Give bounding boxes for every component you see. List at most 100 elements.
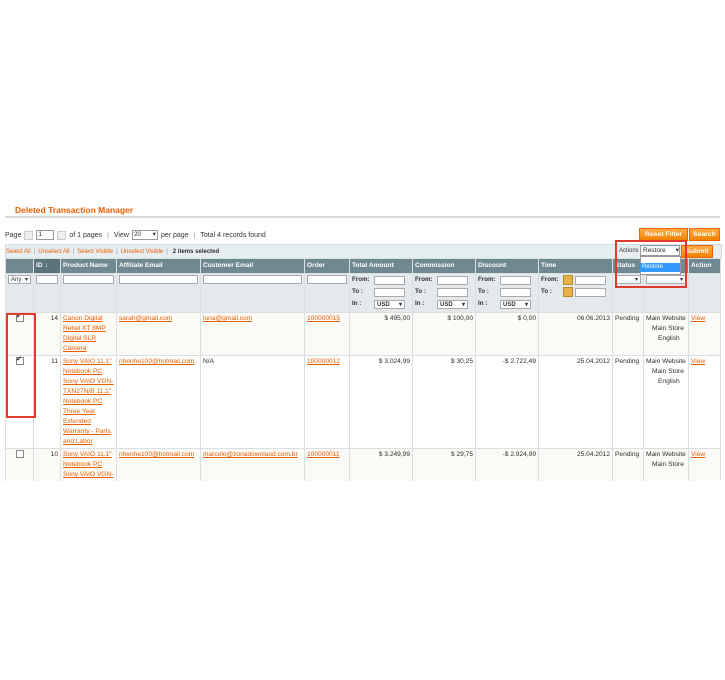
affiliate-email-link[interactable]: sarah@gmail.com — [119, 315, 172, 322]
cell-status: Pending — [612, 355, 644, 449]
view-label: View — [113, 231, 129, 239]
cell-commission: $ 29,75 — [412, 448, 476, 482]
grid-filter-row: Any ▾ From: To : In : USD ▾ From: To : In :… — [5, 273, 721, 313]
chevron-down-icon: ▾ — [24, 277, 28, 283]
chevron-down-icon: ▾ — [524, 301, 528, 308]
select-all-link[interactable]: Select All — [6, 249, 31, 255]
mass-separator: | — [72, 248, 75, 255]
filter-order-input[interactable] — [307, 275, 347, 284]
filter-select-any[interactable]: Any ▾ — [8, 275, 31, 284]
calendar-icon[interactable] — [563, 287, 573, 297]
order-link[interactable]: 100000011 — [307, 451, 340, 458]
filter-commission-to-input[interactable] — [437, 287, 468, 297]
product-link[interactable]: Sony VAIO 11.1" Notebook PC Sony VAIO VG… — [63, 358, 113, 445]
filter-in-label: In : — [478, 300, 488, 307]
filter-in-label: In : — [352, 300, 362, 307]
cell-product: Canon Digital Rebel XT 8MP Digital SLR C… — [60, 312, 117, 356]
customer-email-link[interactable]: luna@gmail.com — [203, 315, 252, 322]
cell-customer: N/A — [200, 355, 305, 449]
customer-email-link[interactable]: marcelo@zonadownlaod.com.br — [203, 451, 298, 458]
filter-product-input[interactable] — [63, 275, 114, 284]
prev-page-icon[interactable] — [24, 230, 34, 240]
filter-commission-cell: From: To : In : USD ▾ — [412, 273, 476, 313]
cell-order: 100000011 — [304, 448, 350, 482]
order-link[interactable]: 100000015 — [307, 315, 340, 322]
product-link[interactable]: Canon Digital Rebel XT 8MP Digital SLR C… — [63, 315, 106, 352]
col-header-affiliate-email[interactable]: Affiliate Email — [116, 258, 201, 274]
col-header-product-name[interactable]: Product Name — [60, 258, 117, 274]
filter-total-currency-select[interactable]: USD ▾ — [374, 299, 405, 309]
per-page-value: 20 — [133, 231, 142, 238]
filter-affiliate-input[interactable] — [119, 275, 198, 284]
filter-customer-input[interactable] — [203, 275, 302, 284]
col-header-time[interactable]: Time — [538, 258, 613, 274]
filter-total-cell: From: To : In : USD ▾ — [349, 273, 413, 313]
page-input[interactable]: 1 — [36, 230, 55, 240]
view-link[interactable]: View — [691, 315, 705, 322]
col-header-total-amount[interactable]: Total Amount — [349, 258, 413, 274]
filter-discount-to-input[interactable] — [500, 287, 531, 297]
table-row[interactable]: 11 Sony VAIO 11.1" Notebook PC Sony VAIO… — [5, 355, 721, 449]
pager: Page 1 of 1 pages | View 20 ▾ per page | … — [5, 229, 266, 241]
per-page-select[interactable]: 20 ▾ — [131, 230, 158, 240]
transactions-grid: ID ↓ Product Name Affiliate Email Custom… — [5, 258, 721, 482]
pager-separator: | — [107, 231, 109, 239]
cell-product: Sony VAIO 11.1" Notebook PC Sony VAIO VG… — [60, 355, 117, 449]
per-page-label: per page — [160, 231, 189, 239]
affiliate-email-link[interactable]: nhenhe100@hotmail.com — [119, 358, 194, 365]
filter-total-from-input[interactable] — [374, 275, 405, 285]
table-row[interactable]: 10 Sony VAIO 11.1" Notebook PC Sony VAIO… — [5, 448, 721, 482]
cell-discount: -$ 2.924,99 — [475, 448, 539, 482]
mass-separator: | — [116, 248, 118, 255]
cell-total: $ 3.024,99 — [349, 355, 413, 449]
col-header-commission[interactable]: Commission — [412, 258, 476, 274]
filter-time-from-input[interactable] — [575, 275, 606, 285]
cell-action: View — [688, 355, 721, 449]
filter-discount-cell: From: To : In : USD ▾ — [475, 273, 539, 313]
cell-total: $ 3.249,99 — [349, 448, 413, 482]
filter-from-label: From: — [352, 276, 370, 283]
filter-to-label: To : — [352, 288, 363, 295]
filter-total-to-input[interactable] — [374, 287, 405, 297]
col-header-id[interactable]: ID ↓ — [33, 258, 61, 274]
cell-customer: luna@gmail.com — [200, 312, 305, 356]
currency-value: USD — [377, 301, 390, 308]
col-header-discount[interactable]: Discount — [475, 258, 539, 274]
filter-commission-from-input[interactable] — [437, 275, 468, 285]
row-checkbox[interactable] — [16, 450, 24, 458]
affiliate-email-link[interactable]: nhenhe100@hotmail.com — [119, 451, 194, 458]
filter-id-cell — [33, 273, 61, 313]
cell-store: Main Website Main Store English — [643, 312, 689, 356]
filter-order-cell — [304, 273, 350, 313]
filter-any-value: Any — [11, 277, 22, 283]
filter-time-to-input[interactable] — [575, 287, 606, 297]
cell-id: 10 — [33, 448, 61, 482]
table-row[interactable]: 14 Canon Digital Rebel XT 8MP Digital SL… — [5, 312, 721, 356]
cell-action: View — [688, 312, 721, 356]
order-link[interactable]: 100000012 — [307, 358, 340, 365]
calendar-icon[interactable] — [563, 275, 573, 285]
unselect-visible-link[interactable]: Unselect Visible — [121, 249, 164, 255]
cell-store: Main Website Main Store — [643, 448, 689, 482]
unselect-all-link[interactable]: Unselect All — [38, 249, 69, 255]
col-header-customer-email[interactable]: Customer Email — [200, 258, 305, 274]
filter-id-input[interactable] — [36, 275, 58, 284]
pager-separator: | — [193, 231, 196, 239]
filter-discount-from-input[interactable] — [500, 275, 531, 285]
view-link[interactable]: View — [691, 451, 705, 458]
select-visible-link[interactable]: Select Visible — [77, 249, 113, 255]
grid-header-row: ID ↓ Product Name Affiliate Email Custom… — [5, 258, 721, 274]
cell-commission: $ 30,25 — [412, 355, 476, 449]
filter-discount-currency-select[interactable]: USD ▾ — [500, 299, 531, 309]
cell-customer: marcelo@zonadownlaod.com.br — [200, 448, 305, 482]
cell-time: 06.06.2013 — [538, 312, 613, 356]
search-button[interactable]: Search — [689, 228, 720, 241]
next-page-icon[interactable] — [57, 230, 67, 240]
col-header-order[interactable]: Order — [304, 258, 350, 274]
filter-commission-currency-select[interactable]: USD ▾ — [437, 299, 468, 309]
highlight-box-actions — [615, 240, 687, 288]
store-website: Main Website — [646, 451, 686, 458]
product-link[interactable]: Sony VAIO 11.1" Notebook PC Sony VAIO VG… — [63, 451, 113, 478]
currency-value: USD — [440, 301, 453, 308]
view-link[interactable]: View — [691, 358, 705, 365]
